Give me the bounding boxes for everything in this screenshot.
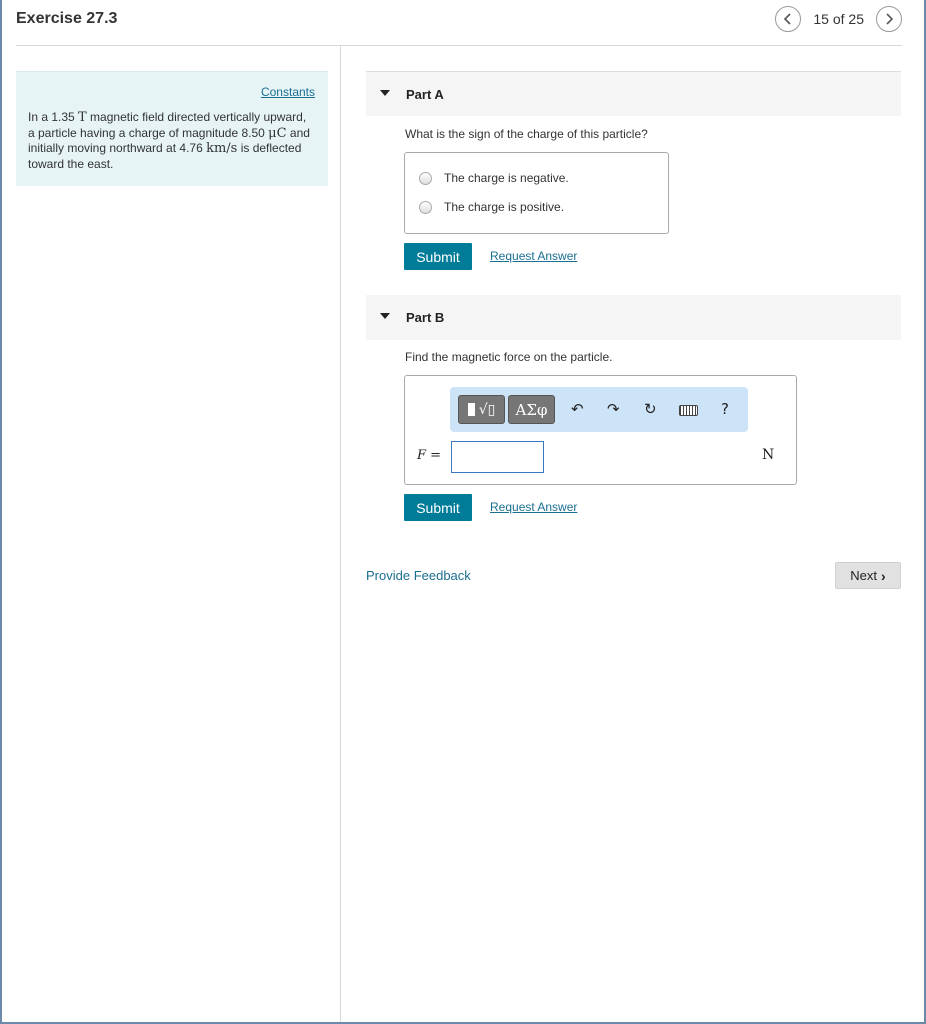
header: Exercise 27.3 15 of 25 — [16, 0, 902, 46]
next-button[interactable]: Next › — [835, 562, 901, 589]
unit-tesla: T — [78, 110, 87, 125]
part-a-question: What is the sign of the charge of this p… — [405, 127, 648, 141]
next-label: Next — [850, 568, 878, 583]
part-a-submit-button[interactable]: Submit — [404, 243, 472, 270]
window-frame-left — [0, 0, 2, 1024]
part-a-label: Part A — [406, 87, 444, 102]
reset-icon[interactable]: ↻ — [644, 400, 657, 418]
help-icon[interactable]: ? — [721, 400, 729, 418]
part-b-question: Find the magnetic force on the particle. — [405, 350, 613, 364]
force-input[interactable] — [451, 441, 544, 473]
templates-button[interactable]: √▯ — [458, 395, 505, 424]
page-count: 15 of 25 — [813, 11, 864, 27]
part-a-options: The charge is negative. The charge is po… — [404, 152, 669, 234]
provide-feedback-link[interactable]: Provide Feedback — [366, 568, 471, 583]
part-b-label: Part B — [406, 310, 445, 325]
part-a-request-answer-link[interactable]: Request Answer — [490, 249, 577, 263]
option-positive[interactable]: The charge is positive. — [419, 200, 564, 214]
chevron-left-icon — [784, 13, 791, 25]
unit-label: N — [762, 447, 775, 463]
problem-text-1: In a 1.35 — [28, 110, 79, 124]
next-page-button[interactable] — [876, 6, 902, 32]
force-variable: F — [417, 448, 427, 463]
caret-down-icon — [380, 90, 390, 96]
redo-icon[interactable]: ↷ — [607, 400, 620, 418]
column-divider — [340, 46, 341, 1022]
undo-icon[interactable]: ↶ — [571, 400, 584, 418]
part-b-request-answer-link[interactable]: Request Answer — [490, 500, 577, 514]
equals-sign: = — [426, 448, 442, 463]
keyboard-icon[interactable] — [679, 405, 698, 416]
page-title: Exercise 27.3 — [16, 10, 118, 27]
math-toolbar: √▯ ΑΣφ ↶ ↷ ↻ ? — [450, 387, 748, 432]
sqrt-icon: √▯ — [478, 401, 496, 418]
problem-panel: Constants In a 1.35 T magnetic field dir… — [16, 71, 328, 186]
block-icon — [467, 403, 475, 416]
option-positive-label: The charge is positive. — [444, 200, 565, 214]
answer-box: √▯ ΑΣφ ↶ ↷ ↻ ? F = N — [404, 375, 797, 485]
caret-down-icon — [380, 313, 390, 319]
unit-microcoulomb: μC — [268, 125, 287, 141]
greek-symbols-button[interactable]: ΑΣφ — [508, 395, 555, 424]
option-negative[interactable]: The charge is negative. — [419, 171, 569, 185]
constants-link[interactable]: Constants — [261, 85, 315, 99]
part-b-header[interactable]: Part B — [366, 295, 901, 340]
radio-negative[interactable] — [419, 171, 432, 185]
unit-km-per-s: km/s — [206, 141, 238, 156]
chevron-right-icon — [886, 13, 894, 25]
part-a-header[interactable]: Part A — [366, 71, 901, 116]
part-b-submit-button[interactable]: Submit — [404, 494, 472, 521]
force-label: F = — [417, 448, 441, 463]
radio-positive[interactable] — [419, 200, 432, 214]
pagination: 15 of 25 — [775, 6, 902, 32]
chevron-right-icon: › — [881, 567, 886, 584]
option-negative-label: The charge is negative. — [444, 171, 569, 185]
prev-button[interactable] — [775, 6, 802, 32]
problem-statement: In a 1.35 T magnetic field directed vert… — [28, 110, 316, 172]
